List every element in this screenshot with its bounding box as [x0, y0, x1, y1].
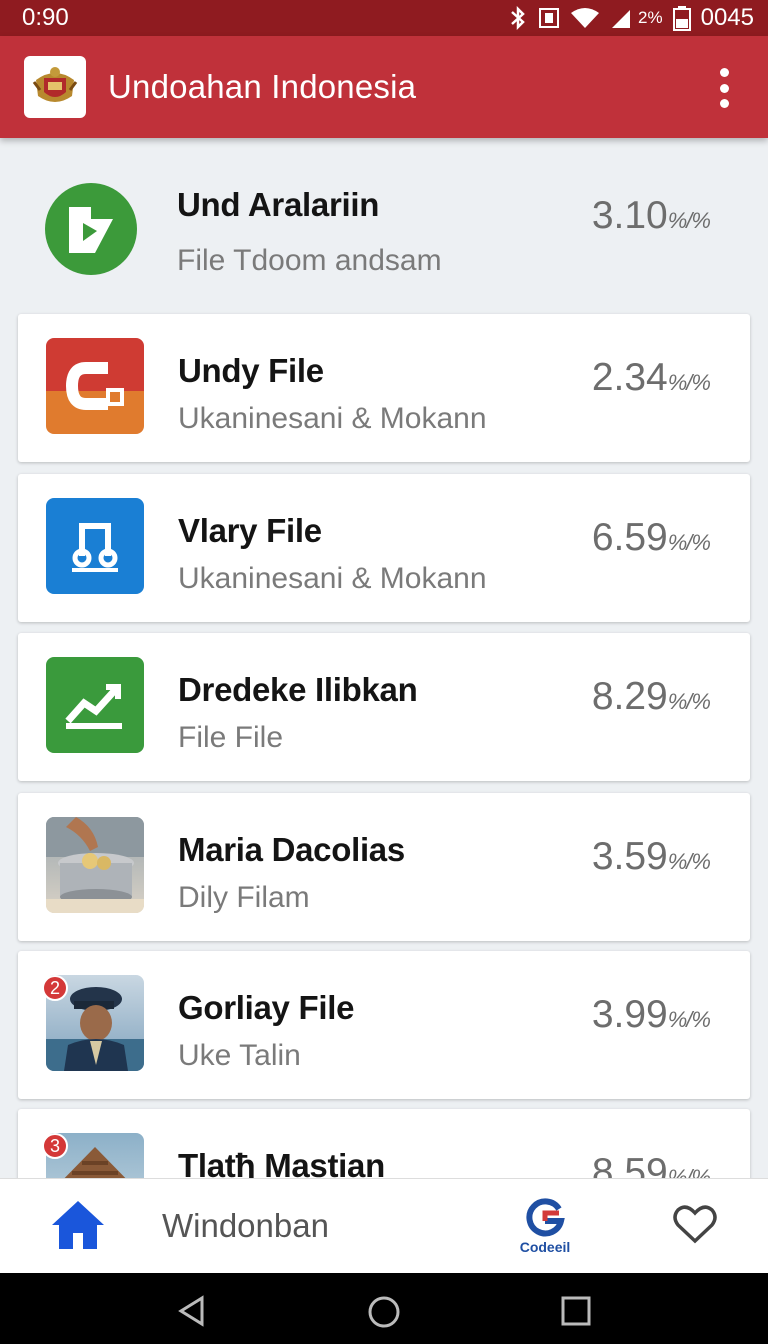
item-list: Und Aralariin File Tdoom andsam 3.10%/% … — [0, 138, 768, 1178]
item-value: 2.34%/% — [591, 356, 711, 399]
item-subtitle: Ukaninesani & Mokann — [178, 562, 487, 595]
item-value: 8.29%/% — [591, 675, 711, 718]
item-title: Vlary File — [178, 512, 322, 549]
featured-item[interactable]: Und Aralariin File Tdoom andsam 3.10%/% — [0, 138, 768, 310]
bluetooth-icon — [511, 6, 525, 30]
music-icon — [46, 498, 144, 594]
cooking-photo — [46, 817, 144, 913]
featured-title: Und Aralariin — [177, 186, 380, 223]
status-time: 0:90 — [22, 4, 69, 31]
item-title: Gorliay File — [178, 989, 355, 1026]
app-bar: Undoahan Indonesia — [0, 36, 768, 138]
item-title: Maria Dacolias — [178, 831, 405, 868]
item-subtitle: Dily Filam — [178, 881, 310, 914]
list-item[interactable]: 3 Tlatђ Mastian 8.59%/% — [18, 1109, 750, 1178]
featured-value: 3.10%/% — [591, 194, 711, 237]
item-subtitle: Ukaninesani & Mokann — [178, 402, 487, 435]
list-item[interactable]: 2 Gorliay File Uke Talin 3.99%/% — [18, 951, 750, 1099]
red-file-icon — [46, 338, 144, 434]
nav-center-tab[interactable]: Codeeil — [510, 1197, 580, 1255]
back-icon[interactable] — [176, 1295, 208, 1327]
battery-icon — [672, 6, 691, 31]
item-value: 6.59%/% — [591, 516, 711, 559]
g-logo-icon — [526, 1198, 565, 1237]
bottom-nav: Windonban Codeeil — [0, 1178, 768, 1273]
system-nav-bar — [0, 1273, 768, 1344]
nav-home-label[interactable]: Windonban — [162, 1207, 329, 1245]
featured-subtitle: File Tdoom andsam — [177, 244, 442, 277]
item-title: Undy File — [178, 352, 324, 389]
chart-up-icon — [46, 657, 144, 753]
status-icons: 2% 0045 — [508, 4, 754, 32]
item-title: Dredeke Ilibkan — [178, 671, 418, 708]
item-value: 3.99%/% — [591, 993, 711, 1036]
sim-icon — [539, 8, 560, 28]
list-item[interactable]: Vlary File Ukaninesani & Mokann 6.59%/% — [18, 474, 750, 622]
item-title: Tlatђ Mastian — [178, 1147, 385, 1178]
coat-of-arms-icon[interactable] — [24, 56, 86, 118]
wifi-icon — [571, 8, 600, 28]
app-title: Undoahan Indonesia — [108, 68, 417, 105]
item-subtitle: Uke Talin — [178, 1039, 301, 1072]
status-bar: 0:90 2% 0045 — [0, 0, 768, 36]
notification-badge: 2 — [42, 975, 68, 1001]
nav-center-label: Codeeil — [519, 1239, 571, 1255]
status-clock: 0045 — [700, 4, 754, 31]
list-item[interactable]: Maria Dacolias Dily Filam 3.59%/% — [18, 793, 750, 941]
heart-icon[interactable] — [672, 1203, 718, 1245]
item-subtitle: File File — [178, 721, 284, 754]
recents-icon[interactable] — [560, 1295, 592, 1327]
more-vert-icon[interactable] — [712, 68, 736, 108]
battery-percent: 2% — [638, 8, 663, 27]
home-circle-icon[interactable] — [367, 1295, 401, 1329]
list-item[interactable]: Undy File Ukaninesani & Mokann 2.34%/% — [18, 314, 750, 462]
green-play-icon — [45, 183, 137, 275]
list-item[interactable]: Dredeke Ilibkan File File 8.29%/% — [18, 633, 750, 781]
signal-icon — [612, 10, 631, 28]
home-icon[interactable] — [50, 1199, 106, 1251]
item-value: 3.59%/% — [591, 835, 711, 878]
item-value: 8.59%/% — [591, 1151, 711, 1178]
notification-badge: 3 — [42, 1133, 68, 1159]
